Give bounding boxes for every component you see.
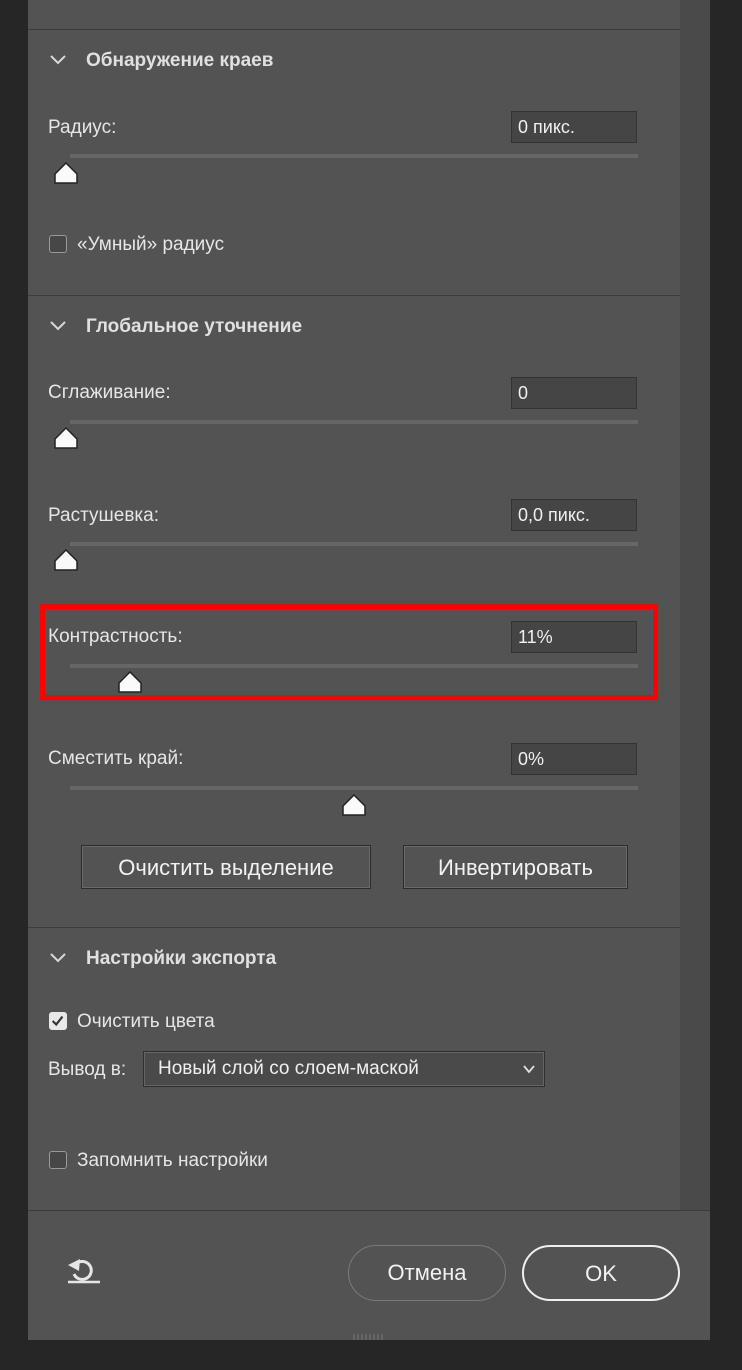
contrast-highlight-box [40, 604, 658, 700]
ok-button[interactable]: OK [522, 1245, 680, 1301]
smooth-label: Сглаживание: [48, 382, 171, 403]
radius-input[interactable]: 0 пикс. [511, 111, 637, 143]
chevron-down-icon[interactable] [48, 50, 68, 70]
smart-radius-label[interactable]: «Умный» радиус [77, 234, 224, 256]
section-title-edge-detection[interactable]: Обнаружение краев [86, 50, 273, 72]
radius-slider-track[interactable] [70, 154, 638, 158]
chevron-down-icon [523, 1065, 535, 1074]
checkmark-icon [51, 1015, 64, 1027]
cancel-button[interactable]: Отмена [348, 1245, 506, 1301]
output-to-select[interactable]: Новый слой со слоем-маской [143, 1051, 545, 1087]
feather-slider-thumb[interactable] [53, 549, 79, 571]
smart-radius-checkbox[interactable] [49, 235, 67, 253]
section-divider [28, 29, 680, 30]
section-divider [28, 927, 680, 928]
radius-label: Радиус: [48, 117, 117, 138]
section-title-global-refinement[interactable]: Глобальное уточнение [86, 316, 302, 338]
remember-settings-label[interactable]: Запомнить настройки [77, 1150, 268, 1172]
feather-label: Растушевка: [48, 505, 160, 526]
decontaminate-colors-checkbox[interactable] [49, 1012, 67, 1030]
shift-edge-label: Сместить край: [48, 748, 184, 769]
panel-scroll-gutter [680, 0, 710, 1210]
radius-slider-thumb[interactable] [53, 162, 79, 184]
smooth-slider-thumb[interactable] [53, 427, 79, 449]
resize-grip-icon[interactable] [350, 1333, 390, 1341]
feather-input[interactable]: 0,0 пикс. [511, 499, 637, 531]
decontaminate-colors-label[interactable]: Очистить цвета [77, 1011, 215, 1033]
chevron-down-icon[interactable] [48, 316, 68, 336]
reset-icon[interactable] [66, 1256, 102, 1286]
shift-edge-slider-thumb[interactable] [341, 794, 367, 816]
output-to-value: Новый слой со слоем-маской [158, 1058, 419, 1079]
clear-selection-button[interactable]: Очистить выделение [81, 845, 371, 889]
invert-button[interactable]: Инвертировать [403, 845, 628, 889]
feather-slider-track[interactable] [70, 542, 638, 546]
remember-settings-checkbox[interactable] [49, 1151, 67, 1169]
smooth-slider-track[interactable] [70, 420, 638, 424]
shift-edge-slider-track[interactable] [70, 786, 638, 790]
smooth-input[interactable]: 0 [511, 377, 637, 409]
shift-edge-input[interactable]: 0% [511, 743, 637, 775]
section-title-export-settings[interactable]: Настройки экспорта [86, 948, 276, 970]
chevron-down-icon[interactable] [48, 948, 68, 968]
section-divider [28, 295, 680, 296]
output-to-label: Вывод в: [48, 1059, 127, 1080]
